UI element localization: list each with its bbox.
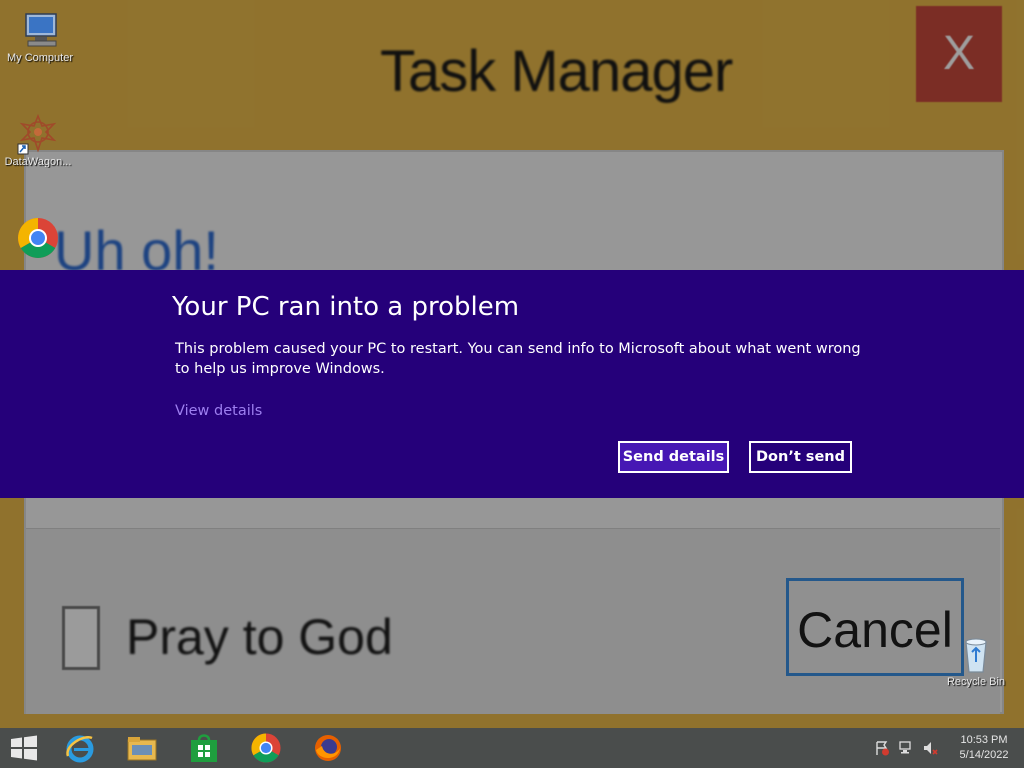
desktop-icon-label: Recycle Bin [946, 676, 1006, 688]
computer-icon [18, 8, 62, 52]
recycle-bin-icon [954, 632, 998, 676]
internet-explorer-icon[interactable] [64, 732, 96, 764]
desktop-icon-label: My Computer [6, 52, 74, 64]
windows-start-icon[interactable] [8, 732, 40, 764]
firefox-icon[interactable] [312, 732, 344, 764]
chrome-icon[interactable] [250, 732, 282, 764]
chrome-icon [16, 216, 60, 260]
taskbar-clock[interactable]: 10:53 PM 5/14/2022 [948, 733, 1020, 763]
desktop-icon-recycle-bin[interactable]: Recycle Bin [936, 632, 1016, 688]
crash-dialog-title: Your PC ran into a problem [172, 292, 520, 322]
network-icon[interactable] [898, 740, 914, 756]
desktop-icon-label: DataWagon... [4, 156, 72, 168]
action-center-flag-icon[interactable] [874, 740, 890, 756]
datawagon-icon [16, 112, 60, 156]
clock-time: 10:53 PM [960, 734, 1008, 746]
send-details-button[interactable]: Send details [618, 441, 729, 473]
crash-dialog-message: This problem caused your PC to restart. … [175, 341, 861, 377]
desktop-icon-chrome[interactable] [0, 216, 78, 260]
desktop-icon-datawagon[interactable]: DataWagon... [0, 112, 78, 168]
volume-muted-icon[interactable] [922, 740, 938, 756]
desktop-icon-my-computer[interactable]: My Computer [0, 8, 80, 64]
taskbar [0, 728, 1024, 768]
view-details-link[interactable]: View details [175, 403, 262, 419]
file-explorer-icon[interactable] [126, 732, 158, 764]
store-icon[interactable] [188, 732, 220, 764]
clock-date: 5/14/2022 [959, 749, 1009, 761]
dont-send-button[interactable]: Don’t send [749, 441, 852, 473]
